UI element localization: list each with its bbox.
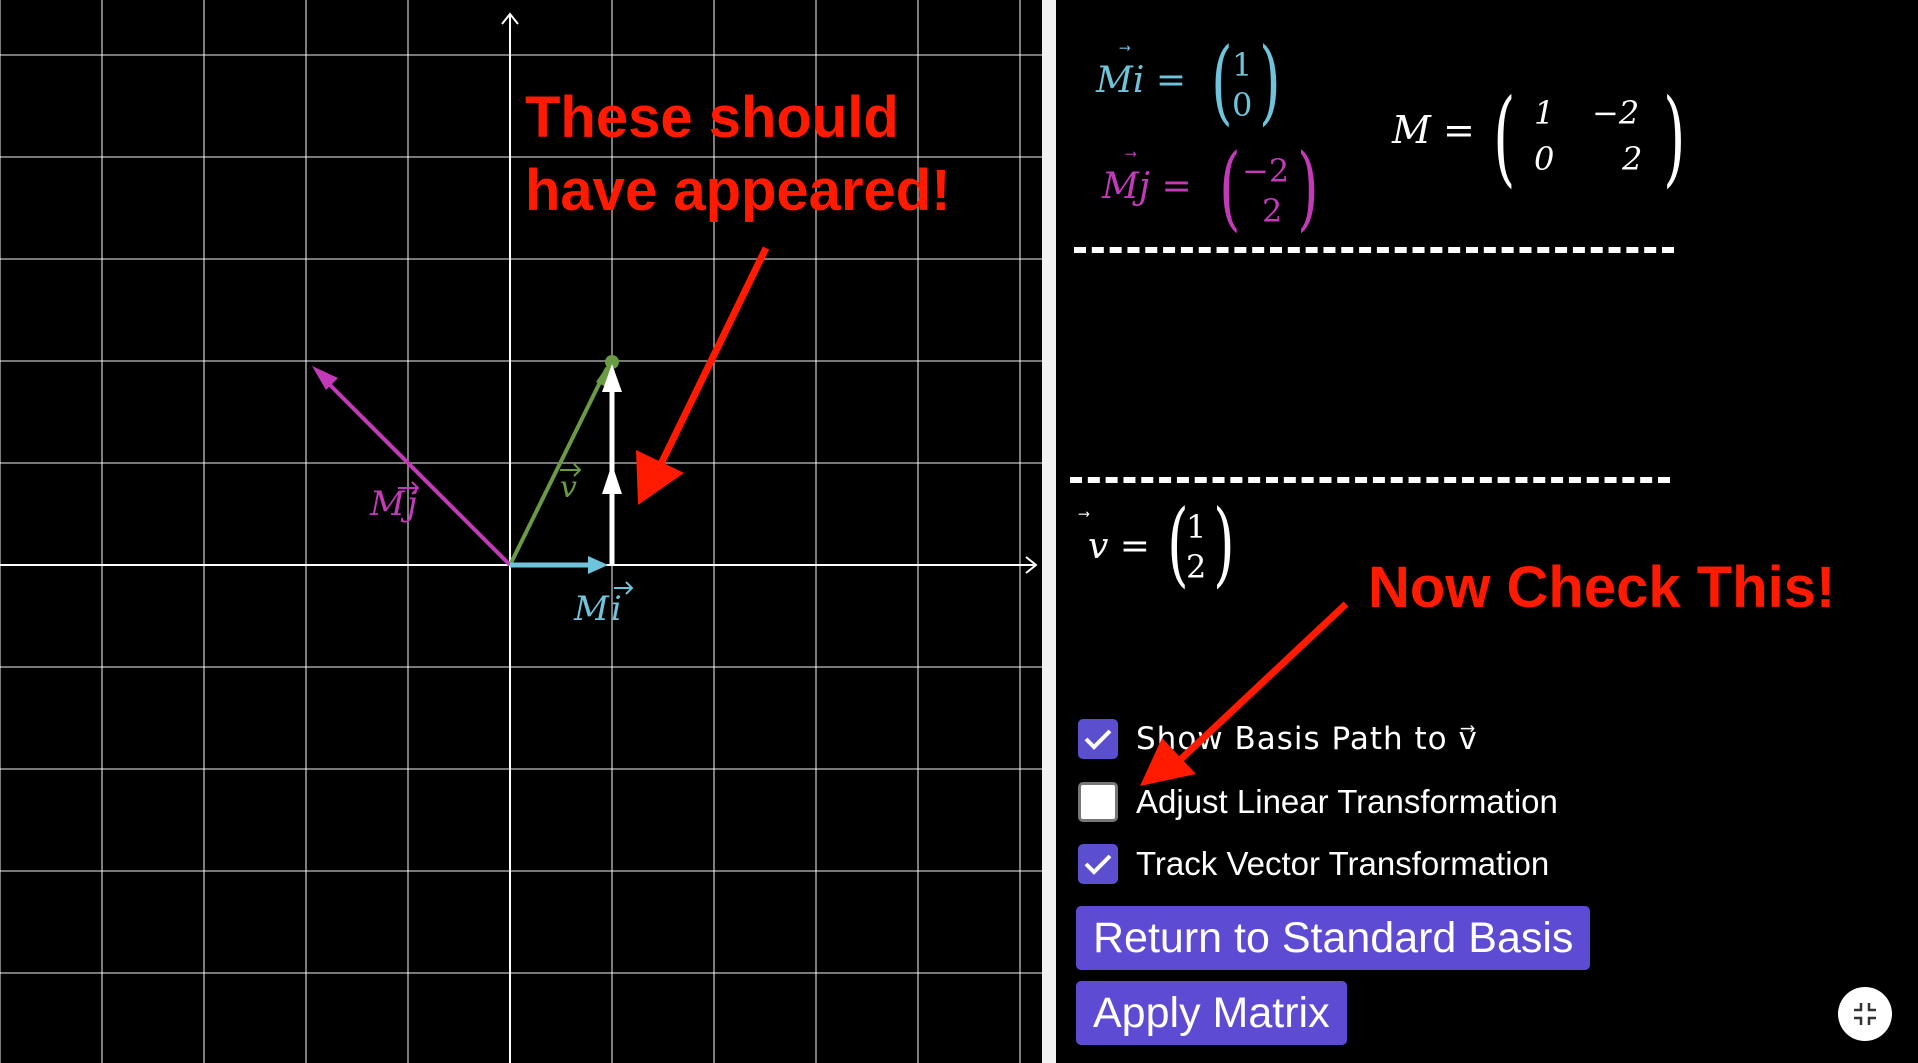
annotation-arrow-top xyxy=(636,246,770,505)
exit-fullscreen-button[interactable] xyxy=(1838,987,1892,1041)
mi-lhs: Mi⃗ = xyxy=(1096,60,1186,101)
mj-lhs: Mj⃗ = xyxy=(1102,166,1192,207)
annotation-top-line2: have appeared! xyxy=(525,158,951,223)
return-to-standard-basis-button[interactable]: Return to Standard Basis xyxy=(1076,906,1591,970)
v-lhs: v⃗ = xyxy=(1088,526,1150,567)
mj-c2: 2 xyxy=(1262,192,1283,230)
v-c1: 1 xyxy=(1186,508,1207,546)
annotation-bottom: Now Check This! xyxy=(1368,555,1836,620)
matrix-b: −2 xyxy=(1592,94,1640,132)
mi-c2: 0 xyxy=(1232,86,1253,124)
panel-divider[interactable] xyxy=(1042,0,1056,1063)
mj-c1: −2 xyxy=(1242,152,1290,190)
divider-dashed-bottom xyxy=(1070,477,1670,483)
basis-path xyxy=(602,364,622,565)
matrix-d: 2 xyxy=(1622,140,1643,178)
mj-left-paren: ( xyxy=(1219,134,1241,241)
v-c2: 2 xyxy=(1186,548,1207,586)
checkbox-track-vector-transformation[interactable]: Track Vector Transformation xyxy=(1078,839,1549,889)
matrix-left-paren: ( xyxy=(1493,76,1516,198)
checkbox-track-vector-transformation-box[interactable] xyxy=(1078,844,1118,884)
divider-dashed-top xyxy=(1074,247,1674,253)
matrix-lhs: M = xyxy=(1392,108,1475,152)
label-mi: Mi xyxy=(573,589,622,629)
matrix-right-paren: ) xyxy=(1663,76,1686,198)
control-panel: Mi⃗ = ( 1 0 ) Mj⃗ = ( −2 2 ) M = ( 1 −2 … xyxy=(1056,0,1918,1063)
check-icon xyxy=(1084,854,1112,875)
mi-c1: 1 xyxy=(1232,46,1253,84)
vector-mi[interactable] xyxy=(510,556,608,574)
vector-mj[interactable] xyxy=(312,366,512,567)
matrix-a: 1 xyxy=(1534,94,1555,132)
annotation-top-line1: These should xyxy=(525,85,899,150)
matrix-c: 0 xyxy=(1534,140,1555,178)
mi-left-paren: ( xyxy=(1211,28,1233,135)
exit-fullscreen-icon xyxy=(1854,1003,1876,1025)
v-right-paren: ) xyxy=(1213,490,1235,597)
label-mj: Mj xyxy=(369,484,418,524)
mi-right-paren: ) xyxy=(1259,28,1281,135)
apply-matrix-button[interactable]: Apply Matrix xyxy=(1076,981,1347,1045)
mj-right-paren: ) xyxy=(1297,134,1319,241)
checkbox-track-vector-transformation-label: Track Vector Transformation xyxy=(1136,845,1550,882)
annotation-arrow-bottom xyxy=(1140,601,1349,786)
vector-v[interactable] xyxy=(508,355,619,566)
